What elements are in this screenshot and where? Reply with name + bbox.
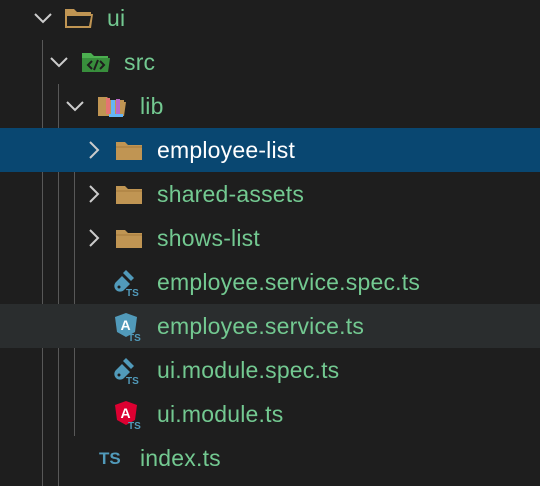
folder-icon	[115, 136, 145, 164]
folder-icon	[115, 224, 145, 252]
test-ts-icon: TS	[112, 356, 142, 386]
ts-icon-text: TS	[99, 449, 121, 468]
tree-item-lib[interactable]: lib	[0, 84, 540, 128]
angular-module-icon: A TS	[114, 400, 144, 430]
typescript-icon: TS	[98, 444, 128, 472]
tree-item-label: employee.service.spec.ts	[157, 269, 421, 295]
tree-item-shared-assets[interactable]: shared-assets	[0, 172, 540, 216]
file-explorer: ui src lib employee-list shared-assets s…	[0, 0, 540, 486]
tree-item-label: lib	[140, 93, 164, 119]
tree-item-ui-module-spec[interactable]: TS ui.module.spec.ts	[0, 348, 540, 392]
tree-item-index[interactable]: TS index.ts	[0, 436, 540, 480]
chevron-down-icon[interactable]	[65, 84, 85, 128]
angular-a-text: A	[121, 405, 131, 421]
folder-src-icon	[81, 48, 111, 76]
ts-badge-text: TS	[126, 288, 139, 298]
tree-item-src[interactable]: src	[0, 40, 540, 84]
tree-item-label: ui.module.ts	[157, 401, 284, 427]
folder-icon	[115, 180, 145, 208]
folder-open-icon	[64, 4, 94, 32]
tree-item-label: ui	[107, 5, 126, 31]
tree-item-label: index.ts	[140, 445, 221, 471]
test-ts-icon: TS	[112, 268, 142, 298]
tree-item-label: employee.service.ts	[157, 313, 365, 339]
tree-item-label: shows-list	[157, 225, 260, 251]
angular-a-text: A	[121, 317, 131, 333]
tree-item-label: ui.module.spec.ts	[157, 357, 340, 383]
tree-item-label: employee-list	[157, 137, 296, 163]
tree-item-label: shared-assets	[157, 181, 305, 207]
angular-service-icon: A TS	[114, 312, 144, 342]
folder-lib-icon	[97, 92, 127, 120]
chevron-down-icon[interactable]	[33, 0, 53, 40]
chevron-down-icon[interactable]	[49, 40, 69, 84]
ts-badge-text: TS	[128, 333, 141, 342]
chevron-right-icon[interactable]	[84, 128, 104, 172]
ts-badge-text: TS	[128, 421, 141, 430]
tree-item-shows-list[interactable]: shows-list	[0, 216, 540, 260]
tree-item-label: src	[124, 49, 156, 75]
tree-item-employee-service[interactable]: A TS employee.service.ts	[0, 304, 540, 348]
tree-item-employee-list[interactable]: employee-list	[0, 128, 540, 172]
tree-item-ui[interactable]: ui	[0, 0, 540, 40]
chevron-right-icon[interactable]	[84, 172, 104, 216]
chevron-right-icon[interactable]	[84, 216, 104, 260]
ts-badge-text: TS	[126, 376, 139, 386]
tree-item-ui-module[interactable]: A TS ui.module.ts	[0, 392, 540, 436]
tree-item-employee-service-spec[interactable]: TS employee.service.spec.ts	[0, 260, 540, 304]
